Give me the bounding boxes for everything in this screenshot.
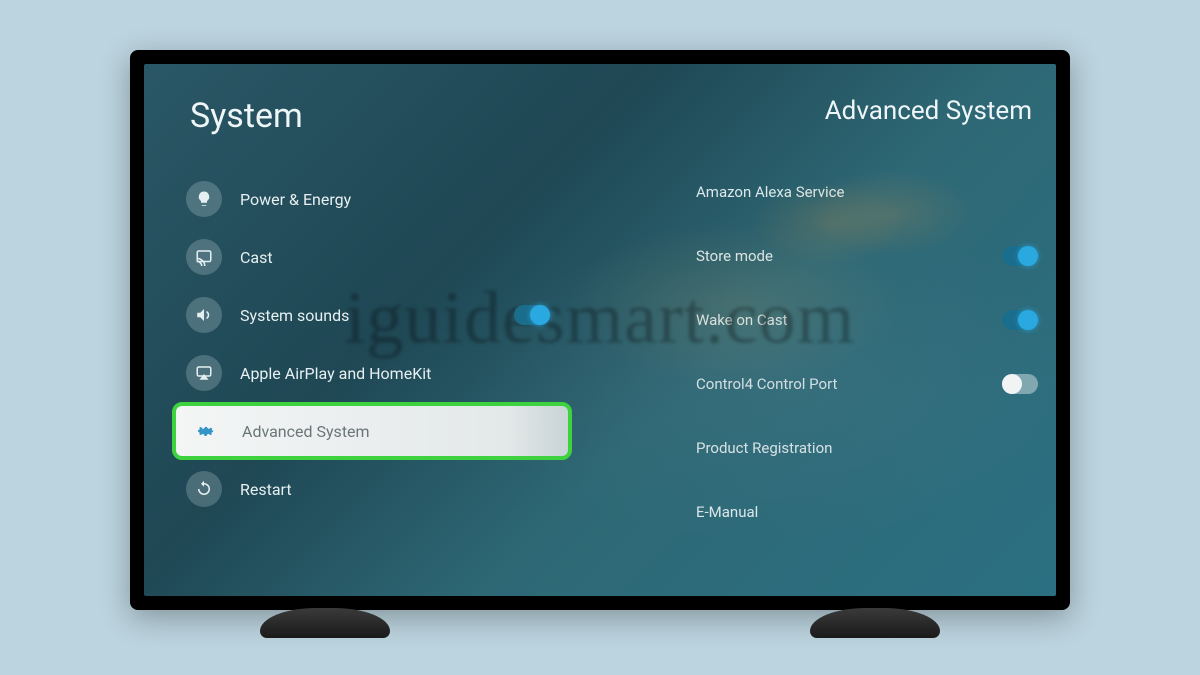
advanced-item-control4[interactable]: Control4 Control Port xyxy=(696,352,1032,416)
menu-item-restart[interactable]: Restart xyxy=(180,460,696,518)
advanced-item-label: Product Registration xyxy=(696,439,832,457)
system-menu-list: Power & Energy Cast System sounds Apple Air… xyxy=(186,170,696,518)
advanced-item-label: Wake on Cast xyxy=(696,311,788,329)
menu-item-label: Cast xyxy=(240,248,273,267)
menu-item-label: Restart xyxy=(240,480,292,499)
menu-item-label: Apple AirPlay and HomeKit xyxy=(240,364,431,383)
speaker-icon xyxy=(186,297,222,333)
advanced-system-column: Advanced System Amazon Alexa Service Stor… xyxy=(696,64,1056,596)
toggle-wake-cast[interactable] xyxy=(1002,310,1038,330)
restart-icon xyxy=(186,471,222,507)
advanced-item-label: Store mode xyxy=(696,247,773,265)
menu-item-power-energy[interactable]: Power & Energy xyxy=(180,170,696,228)
menu-item-system-sounds[interactable]: System sounds xyxy=(180,286,696,344)
system-title: System xyxy=(190,96,696,136)
tv-stand xyxy=(260,608,390,638)
advanced-item-alexa[interactable]: Amazon Alexa Service xyxy=(696,160,1032,224)
advanced-item-wake-cast[interactable]: Wake on Cast xyxy=(696,288,1032,352)
menu-item-cast[interactable]: Cast xyxy=(180,228,696,286)
menu-item-label: Power & Energy xyxy=(240,190,351,209)
tv-frame: iguidesmart.com System Power & EnergyCas… xyxy=(130,50,1070,610)
airplay-icon xyxy=(186,355,222,391)
toggle-store-mode[interactable] xyxy=(1002,246,1038,266)
advanced-system-list: Amazon Alexa Service Store mode Wake on Ca… xyxy=(696,160,1032,544)
advanced-item-label: Control4 Control Port xyxy=(696,375,837,393)
menu-item-label: Advanced System xyxy=(242,422,370,441)
gear-icon xyxy=(188,413,224,449)
advanced-item-label: E-Manual xyxy=(696,503,758,521)
tv-stand xyxy=(810,608,940,638)
cast-icon xyxy=(186,239,222,275)
bulb-icon xyxy=(186,181,222,217)
toggle-control4[interactable] xyxy=(1002,374,1038,394)
menu-item-airplay-homekit[interactable]: Apple AirPlay and HomeKit xyxy=(180,344,696,402)
system-menu-column: System Power & Energy Cast System sounds Ap… xyxy=(144,64,696,596)
advanced-item-store-mode[interactable]: Store mode xyxy=(696,224,1032,288)
toggle-system-sounds[interactable] xyxy=(514,305,550,325)
advanced-item-prod-reg[interactable]: Product Registration xyxy=(696,416,1032,480)
tv-screen: iguidesmart.com System Power & EnergyCas… xyxy=(144,64,1056,596)
menu-item-advanced-system[interactable]: Advanced System xyxy=(172,402,572,460)
advanced-system-title: Advanced System xyxy=(696,96,1032,126)
advanced-item-label: Amazon Alexa Service xyxy=(696,183,844,201)
menu-item-label: System sounds xyxy=(240,306,349,325)
advanced-item-emanual[interactable]: E-Manual xyxy=(696,480,1032,544)
